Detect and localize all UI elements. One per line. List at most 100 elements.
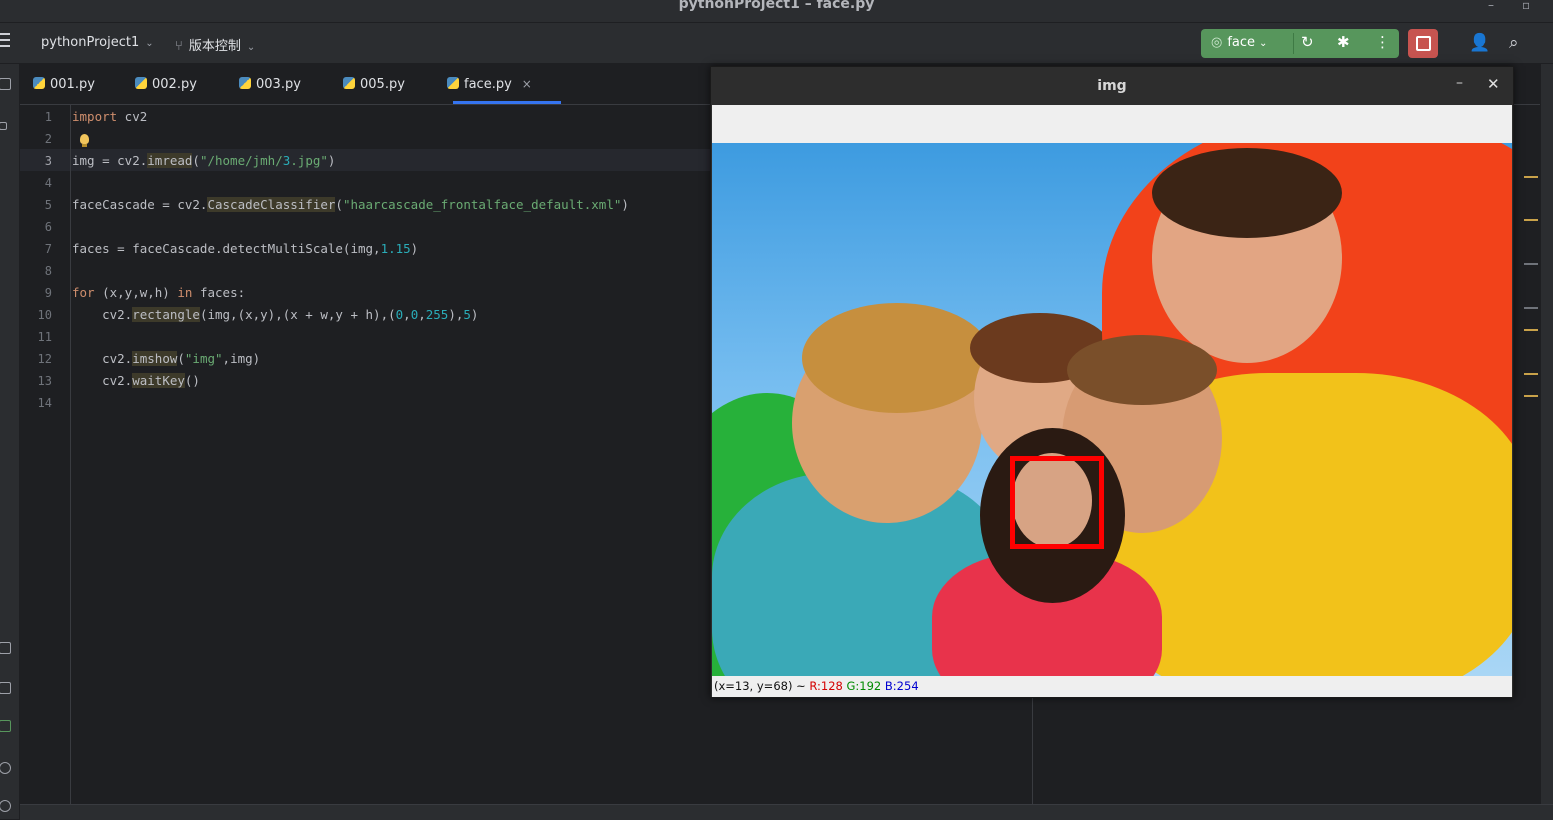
blond-hair: [802, 303, 992, 413]
line-number: 12: [37, 352, 52, 366]
python-file-icon: [447, 77, 459, 89]
git-icon[interactable]: [0, 800, 11, 812]
separator: [1293, 33, 1294, 54]
active-tab-indicator: [453, 101, 561, 104]
tab-label: 002.py: [152, 77, 197, 92]
python-file-icon: [135, 77, 147, 89]
chevron-down-icon: ⌄: [1259, 38, 1268, 49]
line-number: 7: [44, 242, 52, 256]
status-bar: [20, 804, 1553, 820]
more-icon[interactable]: ⋮: [1375, 33, 1390, 51]
layers-icon[interactable]: [0, 642, 11, 654]
line-number: 6: [44, 220, 52, 234]
warning-mark[interactable]: [1524, 329, 1538, 331]
line-number: 13: [37, 374, 52, 388]
line-number: 10: [37, 308, 52, 322]
red-value: R:128: [809, 679, 843, 693]
maximize-button[interactable]: ▫: [1522, 0, 1530, 12]
terminal-icon[interactable]: [0, 682, 11, 694]
branch-icon: ⑂: [175, 39, 183, 54]
code-line[interactable]: cv2.rectangle(img,(x,y),(x + w,y + h),(0…: [72, 307, 478, 322]
vcs-menu[interactable]: ⑂ 版本控制 ⌄: [175, 35, 255, 54]
line-number: 4: [44, 176, 52, 190]
python-file-icon: [33, 77, 45, 89]
add-user-icon[interactable]: 👤: [1469, 33, 1490, 53]
line-number: 3: [44, 154, 52, 168]
stop-icon: [1416, 36, 1431, 51]
window-title: pythonProject1 – face.py: [678, 0, 875, 12]
coords-text: (x=13, y=68) ~: [714, 679, 810, 693]
project-name: pythonProject1: [41, 35, 140, 50]
tab-001[interactable]: 001.py: [33, 77, 95, 92]
code-line[interactable]: faces = faceCascade.detectMultiScale(img…: [72, 241, 418, 256]
code-line[interactable]: cv2.waitKey(): [72, 373, 200, 388]
tab-label: 001.py: [50, 77, 95, 92]
warning-mark[interactable]: [1524, 219, 1538, 221]
opencv-titlebar[interactable]: img – ✕: [711, 67, 1513, 105]
vcs-label: 版本控制: [188, 39, 241, 54]
left-tool-strip: [0, 64, 20, 819]
problems-icon[interactable]: [0, 762, 11, 774]
main-toolbar: pythonProject1 ⌄ ⑂ 版本控制 ⌄ ◎ face ⌄ ↻ ✱ ⋮: [0, 23, 1553, 64]
chevron-down-icon: ⌄: [145, 38, 154, 49]
code-line[interactable]: cv2.imshow("img",img): [72, 351, 260, 366]
run-widget: ◎ face ⌄ ↻ ✱ ⋮: [1201, 29, 1399, 58]
python-file-icon: [239, 77, 251, 89]
detected-face-rectangle: [1010, 456, 1104, 549]
opencv-status-bar: (x=13, y=68) ~ R:128 G:192 B:254: [712, 676, 1512, 697]
close-icon[interactable]: ×: [522, 77, 532, 91]
right-tool-strip: [1540, 64, 1553, 819]
dark-hair: [1152, 148, 1342, 238]
line-number: 5: [44, 198, 52, 212]
info-mark[interactable]: [1524, 263, 1538, 265]
line-number: 14: [37, 396, 52, 410]
line-number: 8: [44, 264, 52, 278]
code-line[interactable]: faceCascade = cv2.CascadeClassifier("haa…: [72, 197, 629, 212]
stop-button[interactable]: [1408, 29, 1438, 58]
project-selector[interactable]: pythonProject1 ⌄: [41, 35, 154, 50]
python-file-icon: [343, 77, 355, 89]
opencv-window[interactable]: img – ✕ (x=13, y=68) ~ R:128 G:192 B:254: [710, 66, 1514, 698]
python-run-icon: ◎: [1211, 35, 1223, 50]
menu-icon[interactable]: [0, 33, 10, 47]
tab-label: 003.py: [256, 77, 301, 92]
line-number-gutter: 1 2 3 4 5 6 7 8 9 10 11 12 13 14: [20, 105, 71, 804]
line-number: 1: [44, 110, 52, 124]
run-config-name: face: [1227, 35, 1256, 50]
opencv-close-button[interactable]: ✕: [1487, 75, 1500, 93]
tab-002[interactable]: 002.py: [135, 77, 197, 92]
bulb-icon[interactable]: [80, 134, 89, 147]
debug-icon[interactable]: ✱: [1337, 33, 1350, 51]
run-tool-icon[interactable]: [0, 720, 11, 732]
minimize-button[interactable]: –: [1488, 0, 1494, 12]
info-mark[interactable]: [1524, 307, 1538, 309]
warning-mark[interactable]: [1524, 395, 1538, 397]
tab-face[interactable]: face.py ×: [447, 77, 532, 92]
code-line[interactable]: for (x,y,w,h) in faces:: [72, 285, 245, 300]
structure-tool-icon[interactable]: [0, 122, 7, 130]
blue-value: B:254: [884, 679, 919, 693]
opencv-toolbar: [712, 105, 1512, 143]
warning-mark[interactable]: [1524, 176, 1538, 178]
opencv-window-title: img: [1097, 78, 1127, 94]
line-number: 9: [44, 286, 52, 300]
line-number: 11: [37, 330, 52, 344]
tab-label: face.py: [464, 77, 512, 92]
teen-hair: [1067, 335, 1217, 405]
tab-label: 005.py: [360, 77, 405, 92]
tab-005[interactable]: 005.py: [343, 77, 405, 92]
code-line[interactable]: import cv2: [72, 109, 147, 124]
chevron-down-icon: ⌄: [246, 42, 256, 53]
warning-mark[interactable]: [1524, 373, 1538, 375]
project-tool-icon[interactable]: [0, 78, 11, 90]
rerun-icon[interactable]: ↻: [1301, 33, 1314, 51]
line-number: 2: [44, 132, 52, 146]
opencv-minimize-button[interactable]: –: [1456, 75, 1463, 91]
search-icon[interactable]: ⌕: [1509, 33, 1519, 53]
run-config-selector[interactable]: ◎ face ⌄: [1211, 35, 1267, 50]
green-value: G:192: [846, 679, 882, 693]
window-titlebar: pythonProject1 – face.py – ▫: [0, 0, 1553, 23]
photo-group-of-kids[interactable]: [712, 143, 1512, 676]
tab-003[interactable]: 003.py: [239, 77, 301, 92]
code-line[interactable]: img = cv2.imread("/home/jmh/3.jpg"): [72, 153, 335, 168]
